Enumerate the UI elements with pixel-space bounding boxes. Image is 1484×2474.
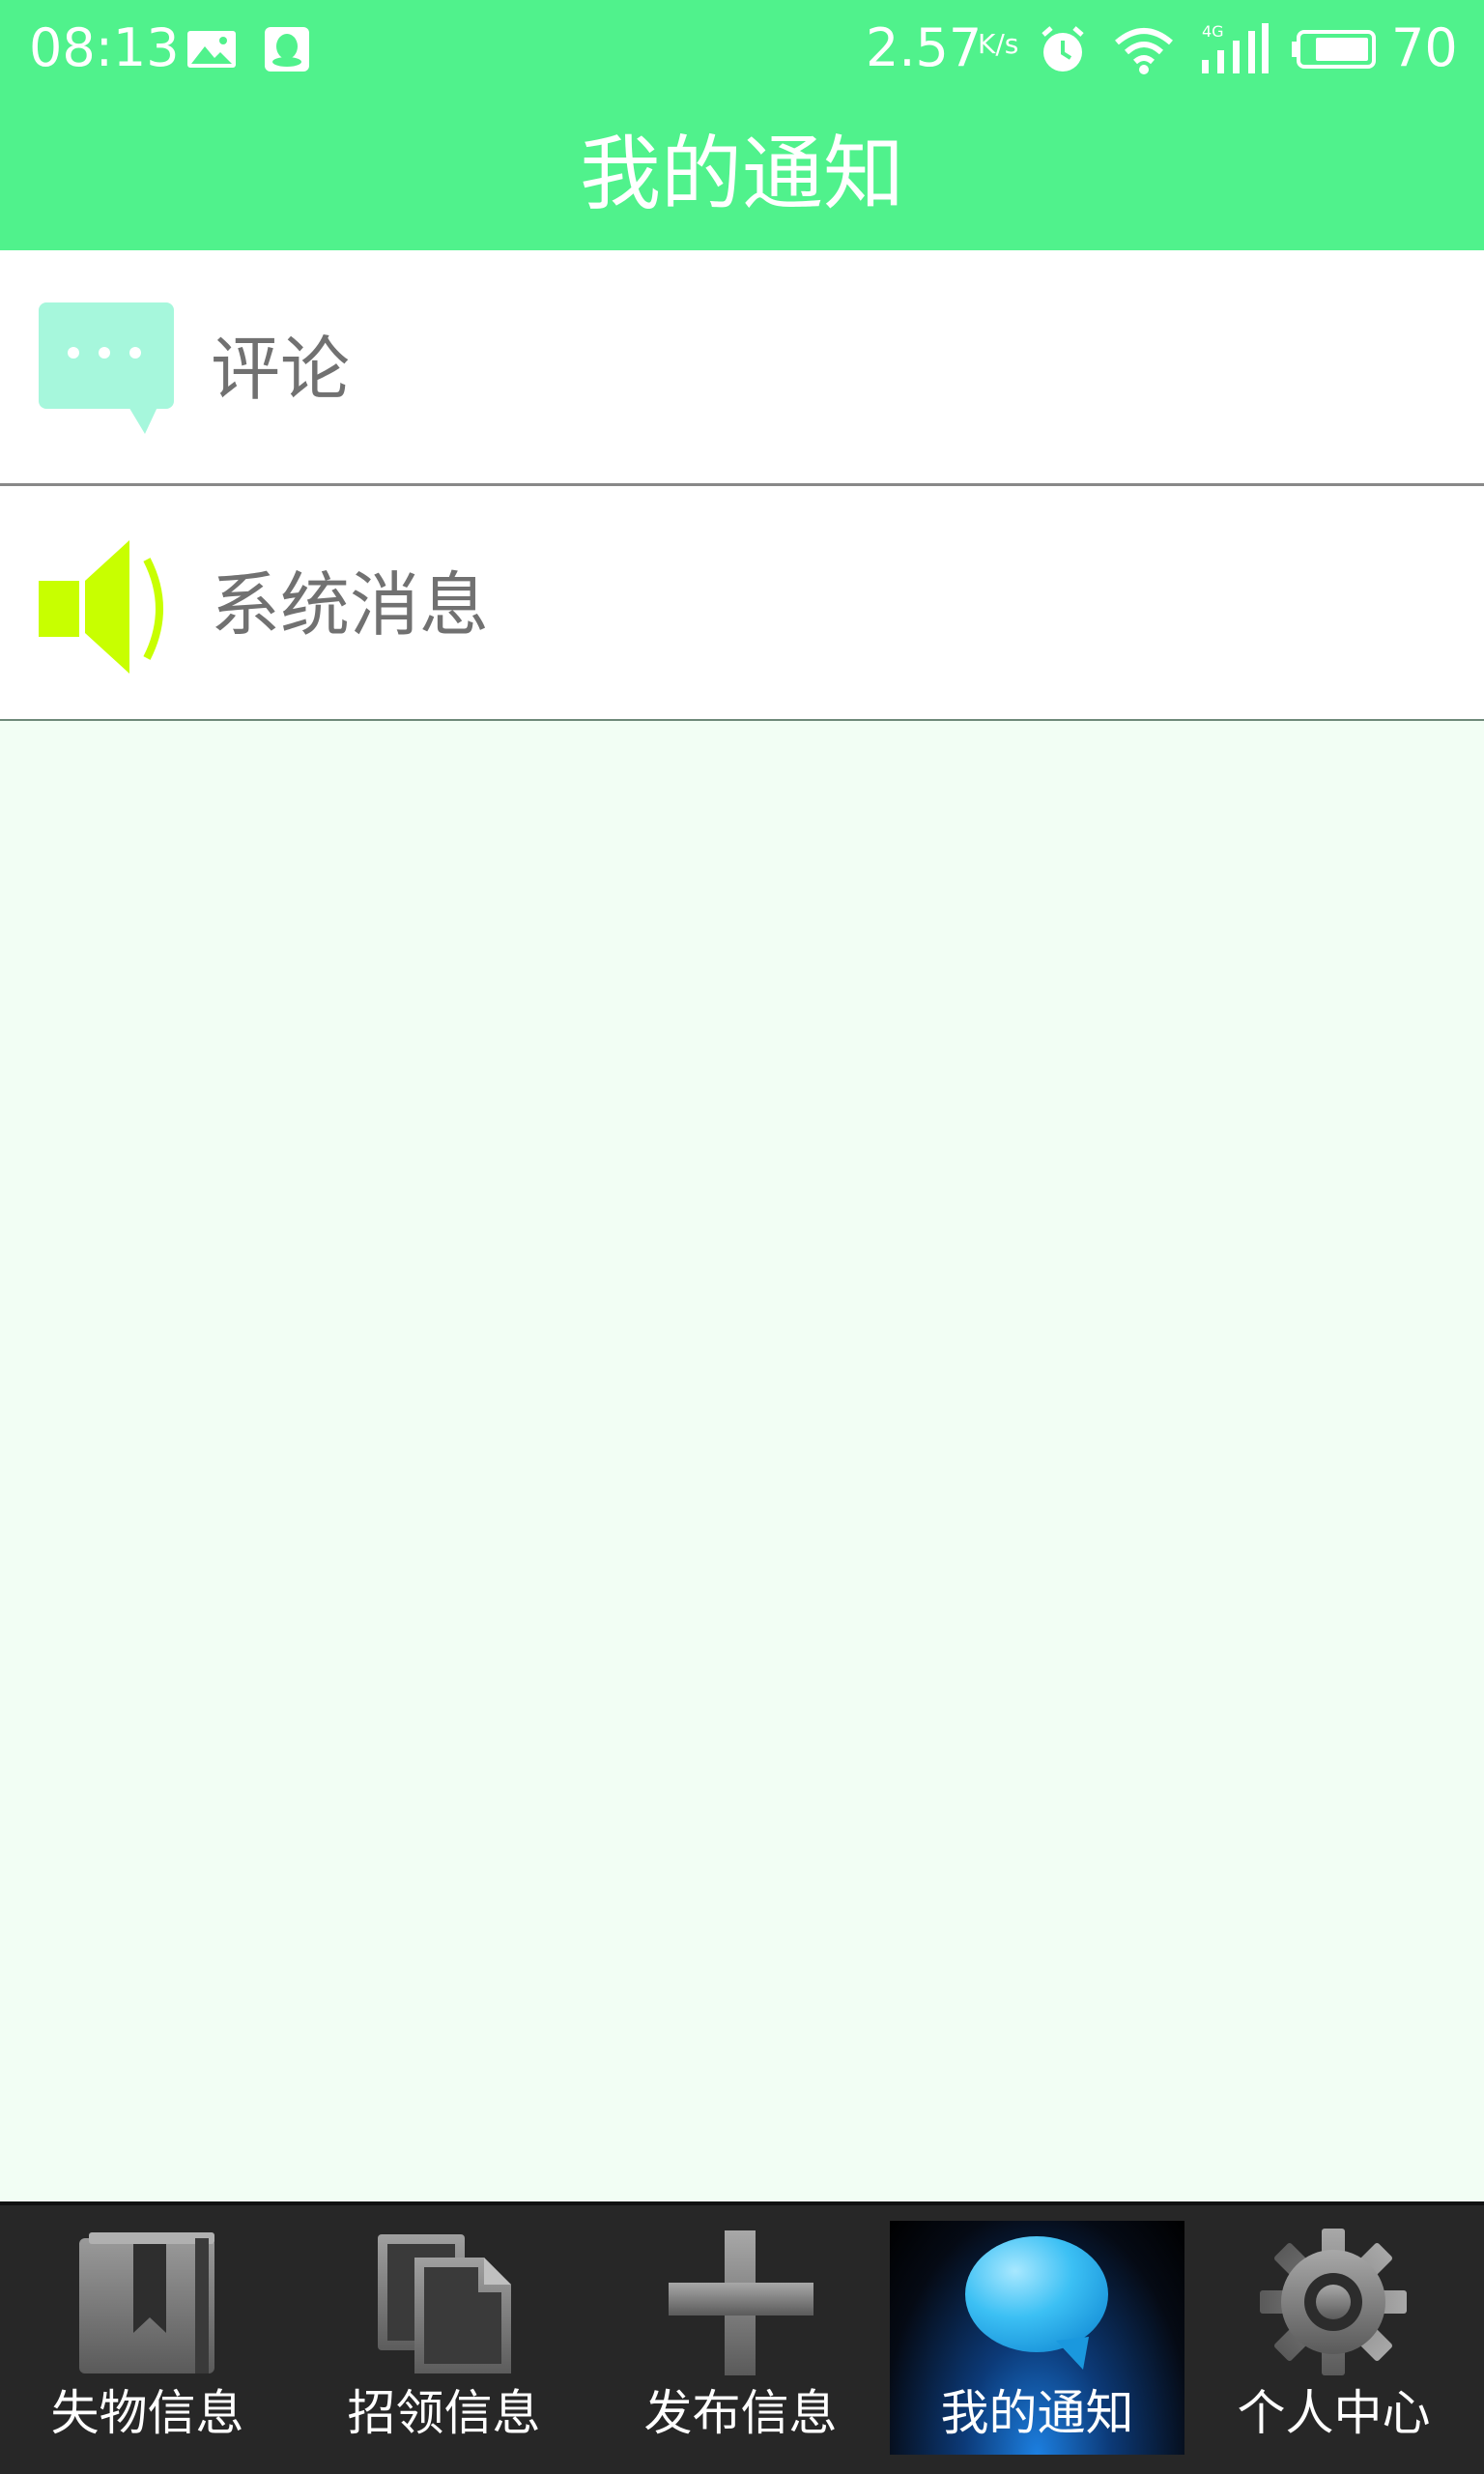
nav-label: 失物信息 bbox=[50, 2385, 244, 2441]
qq-icon bbox=[265, 27, 309, 72]
bottom-nav: 失物信息 招领信息 发布信息 我的通知 个人中心 bbox=[0, 2201, 1484, 2474]
signal-type-label: 4G bbox=[1202, 22, 1224, 41]
signal-icon: 4G bbox=[1202, 22, 1269, 73]
image-icon bbox=[187, 31, 236, 68]
status-bar: 08:13 2.57 K/s 4G 70 bbox=[0, 0, 1484, 97]
book-bookmark-icon bbox=[79, 2232, 214, 2373]
tab-lost-items[interactable]: 失物信息 bbox=[0, 2221, 295, 2455]
wifi-icon bbox=[1115, 28, 1173, 74]
speaker-icon bbox=[39, 540, 163, 674]
page-title: 我的通知 bbox=[579, 127, 904, 221]
notification-list: 评论 系统消息 bbox=[0, 250, 1484, 721]
tab-my-notifications[interactable]: 我的通知 bbox=[890, 2221, 1184, 2455]
app-header: 08:13 2.57 K/s 4G 70 我的通知 bbox=[0, 0, 1484, 250]
battery-icon bbox=[1292, 30, 1376, 69]
tab-personal-center[interactable]: 个人中心 bbox=[1186, 2221, 1481, 2455]
tab-found-items[interactable]: 招领信息 bbox=[297, 2221, 591, 2455]
list-item-system-messages[interactable]: 系统消息 bbox=[0, 486, 1484, 721]
list-item-label: 系统消息 bbox=[211, 564, 490, 646]
title-bar: 我的通知 bbox=[0, 97, 1484, 250]
gear-icon bbox=[1260, 2229, 1407, 2375]
list-item-label: 评论 bbox=[211, 329, 351, 410]
status-time: 08:13 bbox=[29, 17, 180, 78]
nav-label: 招领信息 bbox=[347, 2385, 541, 2441]
network-speed: 2.57 bbox=[866, 17, 983, 78]
alarm-icon bbox=[1042, 26, 1084, 72]
network-speed-unit: K/s bbox=[978, 28, 1019, 60]
documents-icon bbox=[378, 2234, 511, 2373]
comment-bubble-icon bbox=[39, 302, 174, 434]
tab-publish[interactable]: 发布信息 bbox=[593, 2221, 888, 2455]
plus-icon bbox=[669, 2230, 813, 2375]
battery-level: 70 bbox=[1391, 17, 1458, 78]
list-item-comments[interactable]: 评论 bbox=[0, 250, 1484, 486]
nav-label: 我的通知 bbox=[940, 2385, 1134, 2441]
nav-label: 发布信息 bbox=[643, 2385, 838, 2441]
chat-bubble-icon bbox=[965, 2236, 1108, 2370]
nav-label: 个人中心 bbox=[1237, 2385, 1431, 2441]
